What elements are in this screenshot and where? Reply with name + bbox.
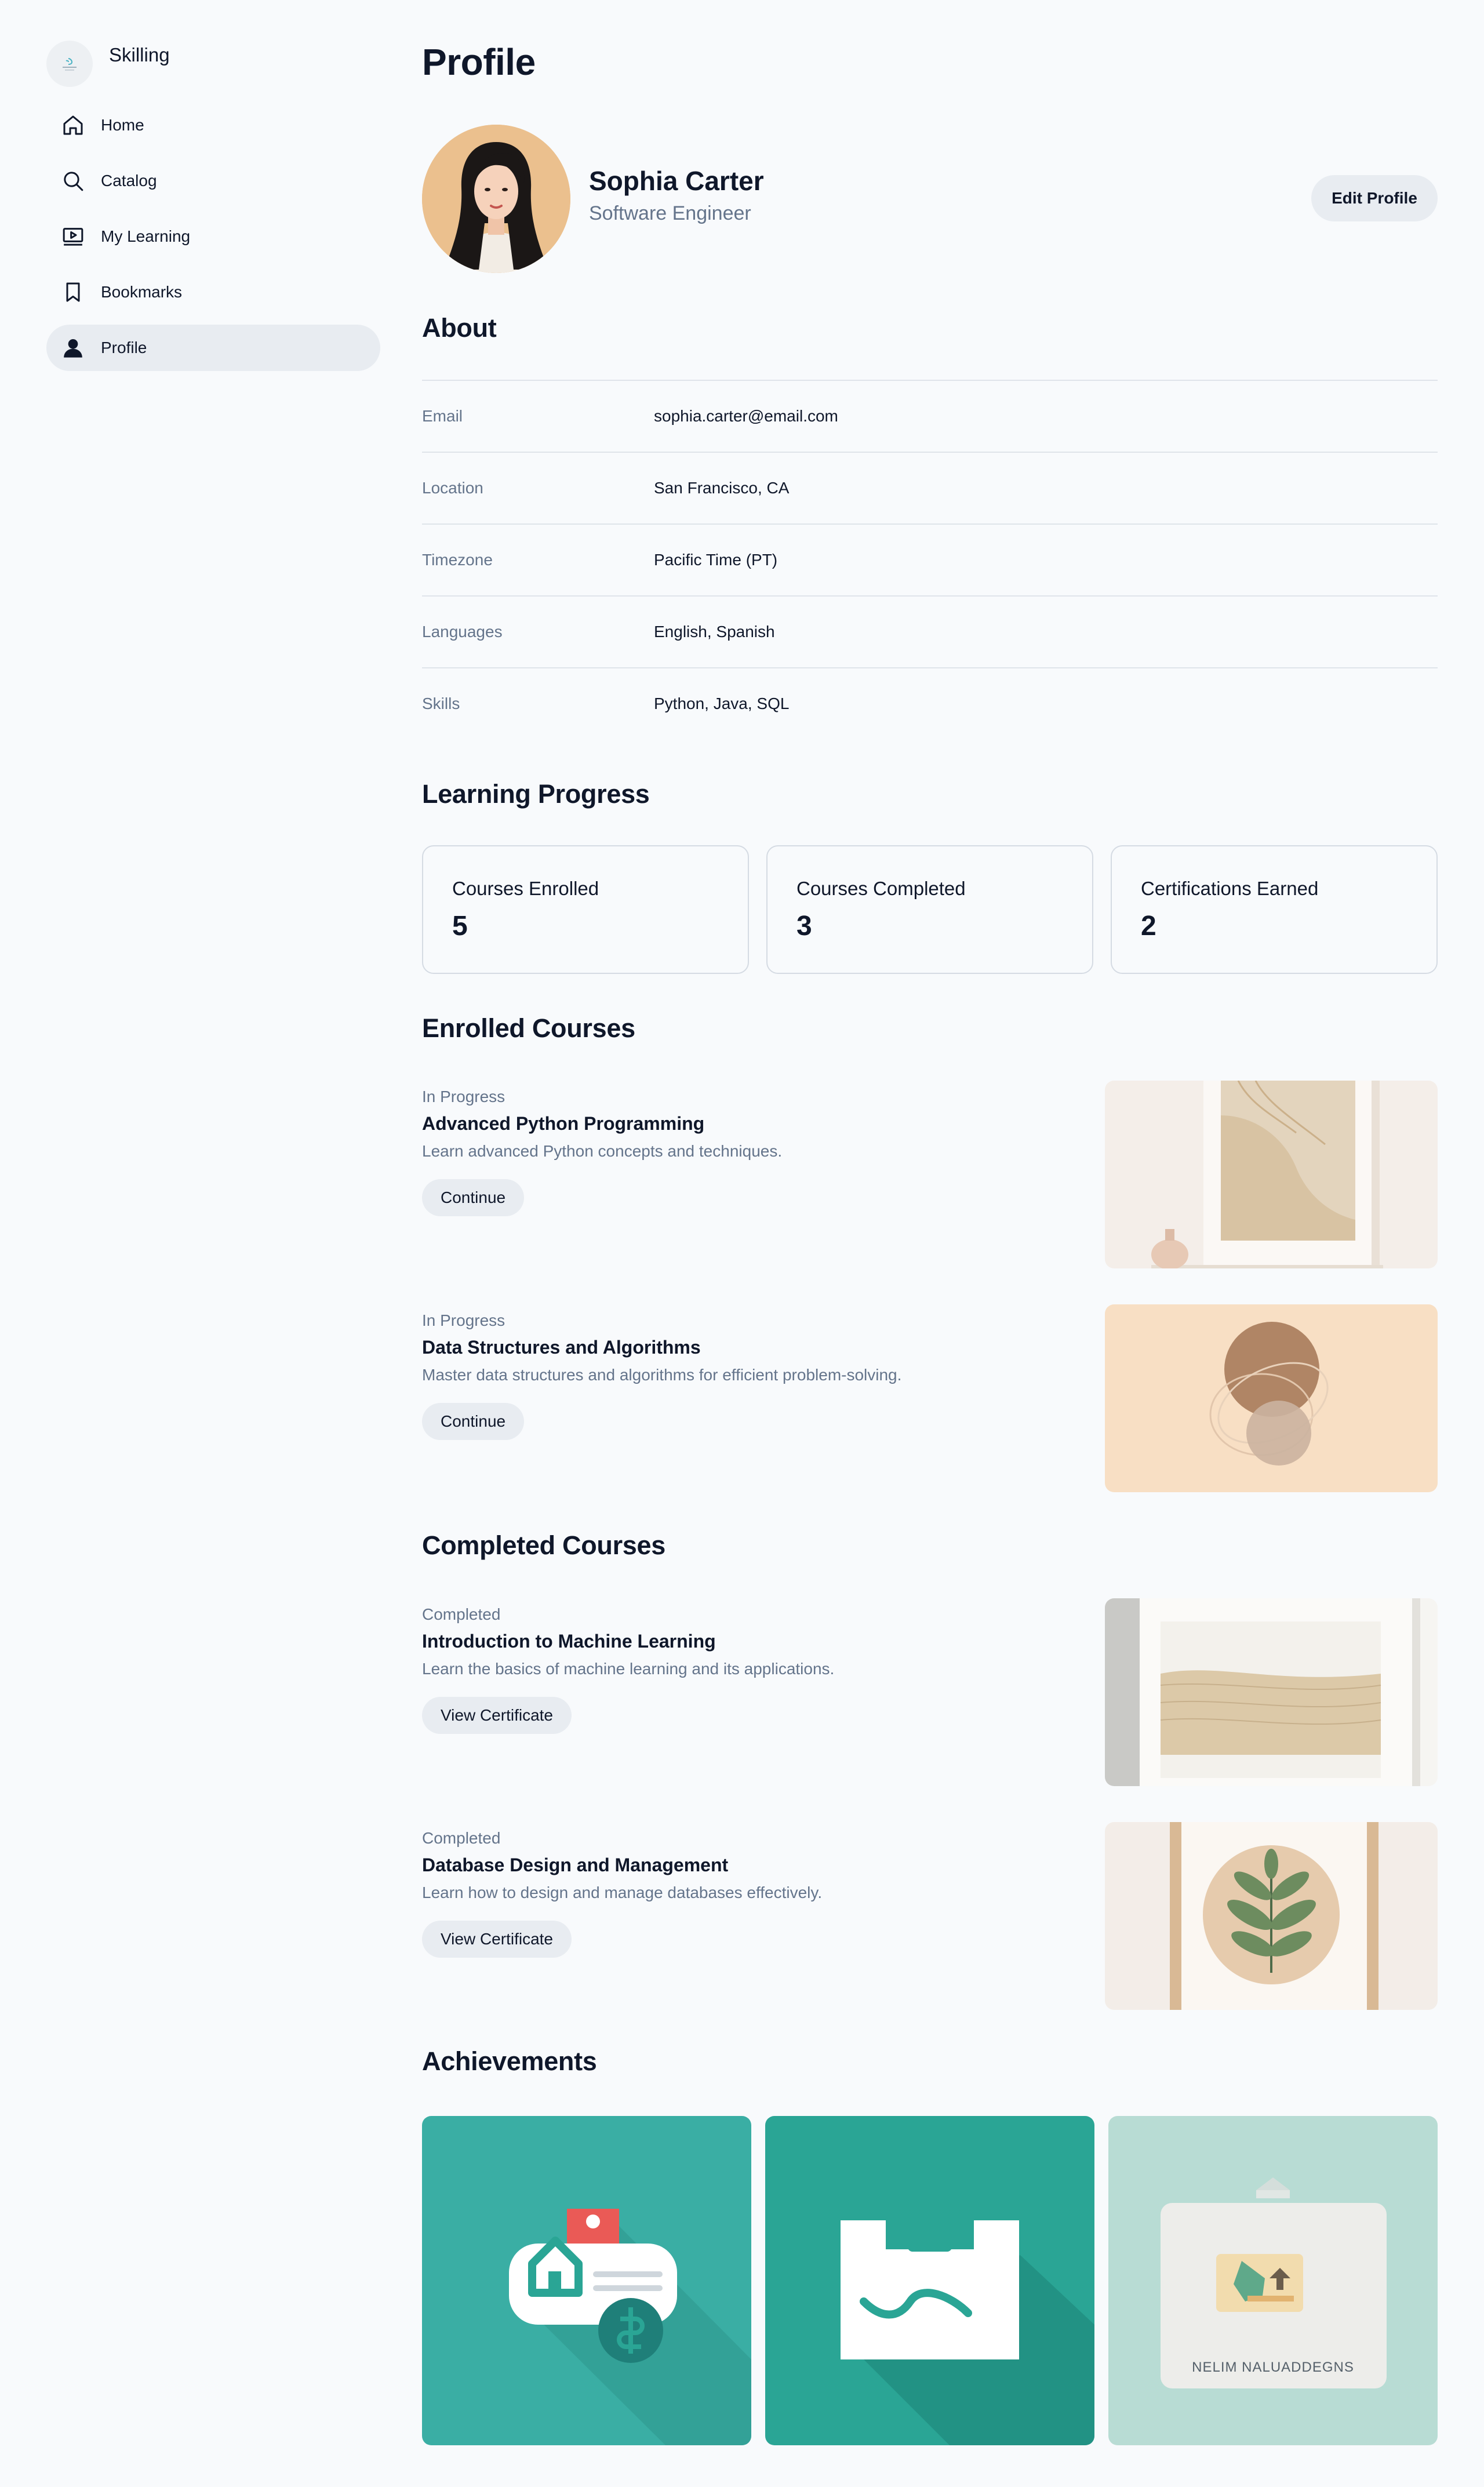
- about-row-skills: Skills Python, Java, SQL: [422, 667, 1438, 739]
- stat-label: Courses Completed: [796, 878, 966, 899]
- sidebar-item-profile[interactable]: Profile: [46, 325, 380, 371]
- certificate-icon: [765, 2116, 1094, 2445]
- course-title: Data Structures and Algorithms: [422, 1337, 701, 1358]
- achievement-card[interactable]: [422, 2116, 751, 2445]
- achievement-caption: NELIM NALUADDEGNS: [1192, 2359, 1354, 2375]
- profile-header: Sophia Carter Software Engineer Edit Pro…: [422, 125, 1438, 275]
- user-icon: [60, 335, 86, 361]
- completed-courses-title: Completed Courses: [422, 1530, 665, 1560]
- course-description: Learn advanced Python concepts and techn…: [422, 1142, 783, 1160]
- course-status: In Progress: [422, 1088, 505, 1106]
- achievement-card[interactable]: [765, 2116, 1094, 2445]
- achievements-title: Achievements: [422, 2046, 597, 2076]
- about-value: Python, Java, SQL: [654, 695, 790, 712]
- continue-button[interactable]: Continue: [422, 1403, 525, 1440]
- about-key: Email: [422, 407, 463, 425]
- stat-card-certifications: Certifications Earned 2: [1111, 845, 1438, 974]
- course-title: Introduction to Machine Learning: [422, 1631, 716, 1652]
- about-value: sophia.carter@email.com: [654, 407, 838, 425]
- course-item: Completed Introduction to Machine Learni…: [422, 1598, 1438, 1786]
- bookmark-icon: [60, 279, 86, 305]
- sidebar-item-catalog[interactable]: Catalog: [46, 158, 380, 204]
- profile-role: Software Engineer: [589, 202, 751, 224]
- course-title: Database Design and Management: [422, 1855, 729, 1875]
- about-table: Email sophia.carter@email.com Location S…: [422, 380, 1438, 739]
- course-description: Master data structures and algorithms fo…: [422, 1366, 902, 1384]
- about-value: San Francisco, CA: [654, 479, 790, 497]
- continue-button[interactable]: Continue: [422, 1179, 525, 1216]
- about-key: Location: [422, 479, 483, 497]
- about-value: English, Spanish: [654, 623, 775, 641]
- badge-icon: [422, 2116, 751, 2445]
- app-root: Skilling Home Catalog My Learning Bookma…: [0, 0, 1484, 2487]
- about-row-timezone: Timezone Pacific Time (PT): [422, 523, 1438, 595]
- about-key: Timezone: [422, 551, 493, 569]
- stat-value: 5: [452, 911, 468, 941]
- sidebar-item-bookmarks[interactable]: Bookmarks: [46, 269, 380, 315]
- award-icon: [1108, 2116, 1438, 2445]
- sidebar-item-label: My Learning: [101, 227, 191, 245]
- view-certificate-button[interactable]: View Certificate: [422, 1697, 572, 1734]
- sidebar: Skilling Home Catalog My Learning Bookma…: [46, 41, 380, 380]
- sidebar-item-label: Catalog: [101, 172, 157, 190]
- course-item: In Progress Advanced Python Programming …: [422, 1081, 1438, 1268]
- achievement-card[interactable]: NELIM NALUADDEGNS: [1108, 2116, 1438, 2445]
- course-status: In Progress: [422, 1311, 505, 1329]
- course-item: Completed Database Design and Management…: [422, 1822, 1438, 2010]
- course-item: In Progress Data Structures and Algorith…: [422, 1304, 1438, 1492]
- course-thumbnail[interactable]: [1105, 1822, 1438, 2010]
- view-certificate-button[interactable]: View Certificate: [422, 1921, 572, 1958]
- stat-card-completed: Courses Completed 3: [766, 845, 1093, 974]
- brand[interactable]: Skilling: [46, 41, 380, 93]
- sidebar-item-home[interactable]: Home: [46, 102, 380, 148]
- edit-profile-button[interactable]: Edit Profile: [1311, 175, 1438, 221]
- achievements-grid: NELIM NALUADDEGNS: [422, 2116, 1438, 2445]
- about-row-email: Email sophia.carter@email.com: [422, 380, 1438, 452]
- learning-progress-title: Learning Progress: [422, 779, 650, 809]
- about-row-location: Location San Francisco, CA: [422, 452, 1438, 523]
- stats-row: Courses Enrolled 5 Courses Completed 3 C…: [422, 845, 1438, 974]
- about-key: Languages: [422, 623, 503, 641]
- stat-card-enrolled: Courses Enrolled 5: [422, 845, 749, 974]
- course-thumbnail[interactable]: [1105, 1081, 1438, 1268]
- stat-label: Certifications Earned: [1141, 878, 1319, 899]
- course-description: Learn how to design and manage databases…: [422, 1884, 823, 1901]
- stat-value: 2: [1141, 911, 1156, 941]
- stat-value: 3: [796, 911, 812, 941]
- about-value: Pacific Time (PT): [654, 551, 778, 569]
- brand-name: Skilling: [109, 44, 170, 66]
- search-icon: [60, 168, 86, 194]
- sidebar-item-label: Home: [101, 116, 144, 134]
- stat-label: Courses Enrolled: [452, 878, 599, 899]
- about-row-languages: Languages English, Spanish: [422, 595, 1438, 667]
- course-description: Learn the basics of machine learning and…: [422, 1660, 835, 1678]
- course-status: Completed: [422, 1829, 501, 1847]
- home-icon: [60, 112, 86, 138]
- course-thumbnail[interactable]: [1105, 1598, 1438, 1786]
- sidebar-item-label: Profile: [101, 339, 147, 357]
- sidebar-item-label: Bookmarks: [101, 283, 183, 301]
- enrolled-courses-title: Enrolled Courses: [422, 1013, 635, 1043]
- page-title: Profile: [422, 41, 536, 83]
- brand-logo: [46, 41, 93, 87]
- sidebar-item-my-learning[interactable]: My Learning: [46, 213, 380, 260]
- course-thumbnail[interactable]: [1105, 1304, 1438, 1492]
- profile-name: Sophia Carter: [589, 166, 764, 196]
- about-key: Skills: [422, 695, 460, 712]
- about-title: About: [422, 313, 497, 343]
- course-status: Completed: [422, 1605, 501, 1623]
- course-title: Advanced Python Programming: [422, 1113, 705, 1134]
- avatar: [422, 125, 570, 273]
- video-icon: [60, 224, 86, 249]
